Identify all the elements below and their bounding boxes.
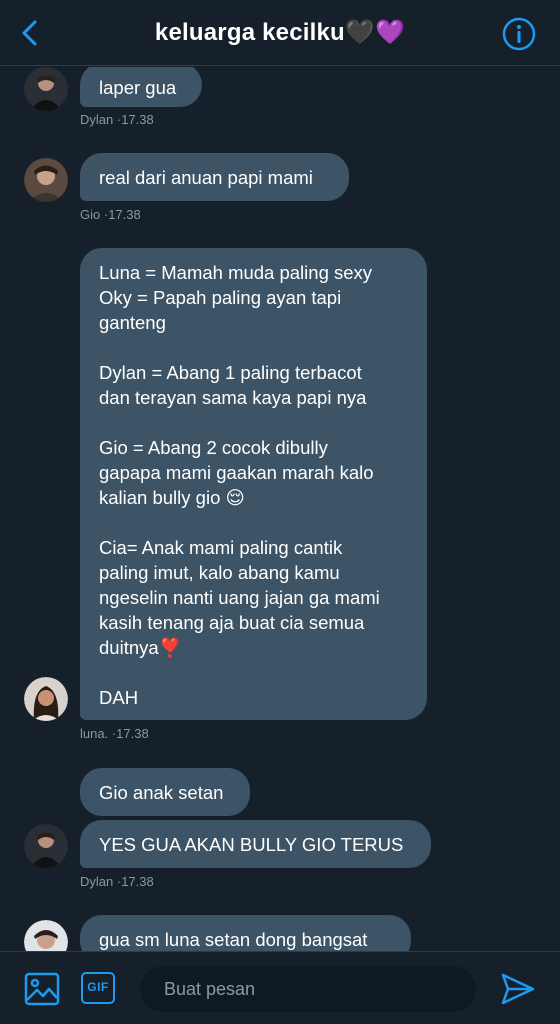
message-text: Gio anak setan <box>99 782 224 803</box>
message-bubble[interactable]: YES GUA AKAN BULLY GIO TERUS <box>80 820 431 868</box>
message-meta: Dylan ·17.38 <box>80 112 154 127</box>
avatar-gio[interactable] <box>24 158 68 202</box>
message-meta: Gio ·17.38 <box>80 207 141 222</box>
send-icon[interactable] <box>500 971 536 1007</box>
message-input[interactable] <box>140 966 476 1012</box>
message-composer: GIF <box>0 951 560 1024</box>
message-bubble[interactable]: Luna = Mamah muda paling sexy Oky = Papa… <box>80 248 427 720</box>
message-bubble[interactable]: real dari anuan papi mami <box>80 153 349 201</box>
message-bubble[interactable]: laper gua <box>80 67 202 107</box>
message-text: laper gua <box>99 77 177 98</box>
avatar-dylan[interactable] <box>24 67 68 111</box>
message-time: 17.38 <box>121 874 154 889</box>
avatar-dylan[interactable] <box>24 824 68 868</box>
conversation-title[interactable]: keluarga kecilku🖤💜 <box>0 18 560 47</box>
gif-button[interactable]: GIF <box>81 972 115 1004</box>
message-author: Dylan <box>80 112 114 127</box>
message-text: gua sm luna setan dong bangsat <box>99 929 368 950</box>
message-bubble[interactable]: gua sm luna setan dong bangsat <box>80 915 411 951</box>
message-time: 17.38 <box>116 726 149 741</box>
message-author: luna. <box>80 726 109 741</box>
message-time: 17.38 <box>121 112 154 127</box>
message-meta: Dylan ·17.38 <box>80 874 154 889</box>
message-bubble[interactable]: Gio anak setan <box>80 768 250 816</box>
message-text: YES GUA AKAN BULLY GIO TERUS <box>99 834 404 855</box>
message-text: Luna = Mamah muda paling sexy Oky = Papa… <box>99 262 380 708</box>
message-text: real dari anuan papi mami <box>99 167 313 188</box>
info-circle-icon[interactable] <box>502 17 536 51</box>
conversation-header: keluarga kecilku🖤💜 <box>0 0 560 66</box>
message-meta: luna. ·17.38 <box>80 726 149 741</box>
message-author: Dylan <box>80 874 114 889</box>
image-icon[interactable] <box>24 972 60 1006</box>
avatar-luna[interactable] <box>24 677 68 721</box>
message-time: 17.38 <box>108 207 141 222</box>
message-author: Gio <box>80 207 101 222</box>
avatar-gio[interactable] <box>24 920 68 951</box>
message-list[interactable]: laper gua Dylan ·17.38 real dari anuan p… <box>0 67 560 951</box>
